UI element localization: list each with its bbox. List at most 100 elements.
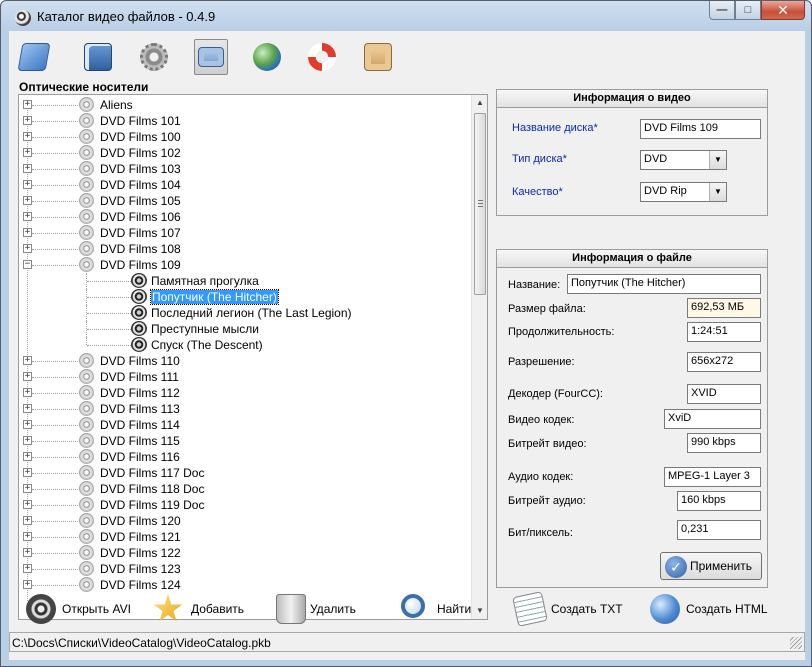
expand-icon[interactable]: + — [23, 404, 32, 413]
collapse-icon[interactable]: − — [23, 260, 32, 269]
disc-type-select[interactable]: DVD ▼ — [640, 150, 727, 170]
expand-icon[interactable]: + — [23, 532, 32, 541]
video-codec-field[interactable]: XviD — [664, 409, 761, 429]
scroll-up-button[interactable]: ▲ — [472, 95, 487, 111]
toolbar-globe-button[interactable] — [250, 39, 284, 75]
disc-icon — [79, 481, 94, 496]
globe-icon — [253, 43, 281, 71]
resolution-field[interactable]: 656x272 — [687, 352, 761, 372]
tree-node-film[interactable]: Спуск (The Descent) — [19, 337, 474, 353]
tree-node-disc[interactable]: + DVD Films 104 — [19, 177, 474, 193]
audio-codec-field[interactable]: MPEG-1 Layer 3 — [664, 467, 761, 487]
tree-node-disc[interactable]: + DVD Films 100 — [19, 129, 474, 145]
add-button[interactable]: Добавить — [153, 592, 244, 626]
expand-icon[interactable]: + — [23, 372, 32, 381]
disc-icon — [79, 401, 94, 416]
tree-node-disc[interactable]: + DVD Films 101 — [19, 113, 474, 129]
file-name-field[interactable]: Попутчик (The Hitcher) — [567, 274, 761, 294]
tree-node-disc[interactable]: + Aliens — [19, 97, 474, 113]
tree-node-disc[interactable]: + DVD Films 106 — [19, 209, 474, 225]
expand-icon[interactable]: + — [23, 196, 32, 205]
tree-node-disc[interactable]: − DVD Films 109 — [19, 257, 474, 273]
expand-icon[interactable]: + — [23, 484, 32, 493]
expand-icon[interactable]: + — [23, 468, 32, 477]
expand-icon[interactable]: + — [23, 212, 32, 221]
apply-button[interactable]: ✓ Применить — [660, 552, 762, 580]
tree-node-disc[interactable]: + DVD Films 117 Doc — [19, 465, 474, 481]
expand-icon[interactable]: + — [23, 516, 32, 525]
tree-node-film[interactable]: Последний легион (The Last Legion) — [19, 305, 474, 321]
expand-icon[interactable]: + — [23, 244, 32, 253]
disc-name-field[interactable]: DVD Films 109 — [640, 119, 761, 139]
tree-node-disc[interactable]: + DVD Films 105 — [19, 193, 474, 209]
tree-node-film-selected[interactable]: Попутчик (The Hitcher) — [19, 289, 474, 305]
tree-node-disc[interactable]: + DVD Films 111 — [19, 369, 474, 385]
expand-icon[interactable]: + — [23, 180, 32, 189]
title-bar[interactable]: Каталог видео файлов - 0.4.9 — □ ✕ — [1, 1, 811, 31]
toolbar-save-button[interactable] — [81, 39, 115, 75]
tree-node-disc[interactable]: + DVD Films 112 — [19, 385, 474, 401]
quality-select[interactable]: DVD Rip ▼ — [640, 182, 727, 202]
tree-node-disc[interactable]: + DVD Films 123 — [19, 561, 474, 577]
toolbar-help-button[interactable] — [305, 39, 339, 75]
file-size-field[interactable]: 692,53 МБ — [687, 298, 761, 318]
tree-node-film[interactable]: Памятная прогулка — [19, 273, 474, 289]
expand-icon[interactable]: + — [23, 564, 32, 573]
tree-node-disc[interactable]: + DVD Films 108 — [19, 241, 474, 257]
expand-icon[interactable]: + — [23, 388, 32, 397]
tree-node-disc[interactable]: + DVD Films 110 — [19, 353, 474, 369]
tree-node-disc[interactable]: + DVD Films 115 — [19, 433, 474, 449]
expand-icon[interactable]: + — [23, 148, 32, 157]
expand-icon[interactable]: + — [23, 116, 32, 125]
chevron-down-icon[interactable]: ▼ — [709, 151, 726, 169]
disc-icon — [79, 513, 94, 528]
maximize-button[interactable]: □ — [735, 1, 761, 20]
minimize-button[interactable]: — — [709, 1, 735, 20]
expand-icon[interactable]: + — [23, 452, 32, 461]
expand-icon[interactable]: + — [23, 436, 32, 445]
open-avi-button[interactable]: Открыть AVI — [26, 592, 136, 626]
app-film-reel-icon[interactable] — [15, 10, 31, 26]
delete-button[interactable]: Удалить — [276, 592, 356, 626]
create-html-button[interactable]: Создать HTML — [650, 592, 770, 626]
bits-per-pixel-field[interactable]: 0,231 — [677, 520, 761, 540]
tree-node-disc[interactable]: + DVD Films 113 — [19, 401, 474, 417]
camera-icon — [198, 47, 224, 67]
tree-node-disc[interactable]: + DVD Films 121 — [19, 529, 474, 545]
expand-icon[interactable]: + — [23, 356, 32, 365]
toolbar-album-button[interactable] — [361, 39, 395, 75]
duration-field[interactable]: 1:24:51 — [687, 322, 761, 342]
expand-icon[interactable]: + — [23, 100, 32, 109]
find-button[interactable]: Найти — [401, 592, 476, 626]
expand-icon[interactable]: + — [23, 228, 32, 237]
chevron-down-icon[interactable]: ▼ — [709, 183, 726, 201]
tree-node-disc[interactable]: + DVD Films 119 Doc — [19, 497, 474, 513]
media-tree[interactable]: ▲ ▼ + Aliens + DVD Films 101 + DVD Films 100 +… — [18, 94, 488, 620]
expand-icon[interactable]: + — [23, 420, 32, 429]
tree-node-disc[interactable]: + DVD Films 116 — [19, 449, 474, 465]
video-bitrate-field[interactable]: 990 kbps — [687, 433, 761, 453]
disc-icon — [79, 225, 94, 240]
tree-node-disc[interactable]: + DVD Films 103 — [19, 161, 474, 177]
tree-node-film[interactable]: Преступные мысли — [19, 321, 474, 337]
tree-node-disc[interactable]: + DVD Films 107 — [19, 225, 474, 241]
toolbar-book-button[interactable] — [17, 39, 51, 75]
resize-grip-icon[interactable] — [790, 637, 802, 649]
toolbar-settings-button[interactable] — [137, 39, 171, 75]
tree-node-label: Aliens — [100, 98, 133, 112]
tree-node-disc[interactable]: + DVD Films 118 Doc — [19, 481, 474, 497]
tree-node-disc[interactable]: + DVD Films 114 — [19, 417, 474, 433]
create-txt-button[interactable]: Создать TXT — [512, 591, 625, 627]
expand-icon[interactable]: + — [23, 164, 32, 173]
close-button[interactable]: ✕ — [761, 1, 805, 20]
tree-node-disc[interactable]: + DVD Films 102 — [19, 145, 474, 161]
toolbar-camera-button[interactable] — [194, 39, 228, 75]
audio-bitrate-field[interactable]: 160 kbps — [677, 491, 761, 511]
scroll-thumb[interactable] — [474, 113, 486, 295]
tree-node-disc[interactable]: + DVD Films 122 — [19, 545, 474, 561]
tree-node-disc[interactable]: + DVD Films 120 — [19, 513, 474, 529]
expand-icon[interactable]: + — [23, 500, 32, 509]
decoder-field[interactable]: XVID — [687, 384, 761, 404]
expand-icon[interactable]: + — [23, 548, 32, 557]
expand-icon[interactable]: + — [23, 132, 32, 141]
